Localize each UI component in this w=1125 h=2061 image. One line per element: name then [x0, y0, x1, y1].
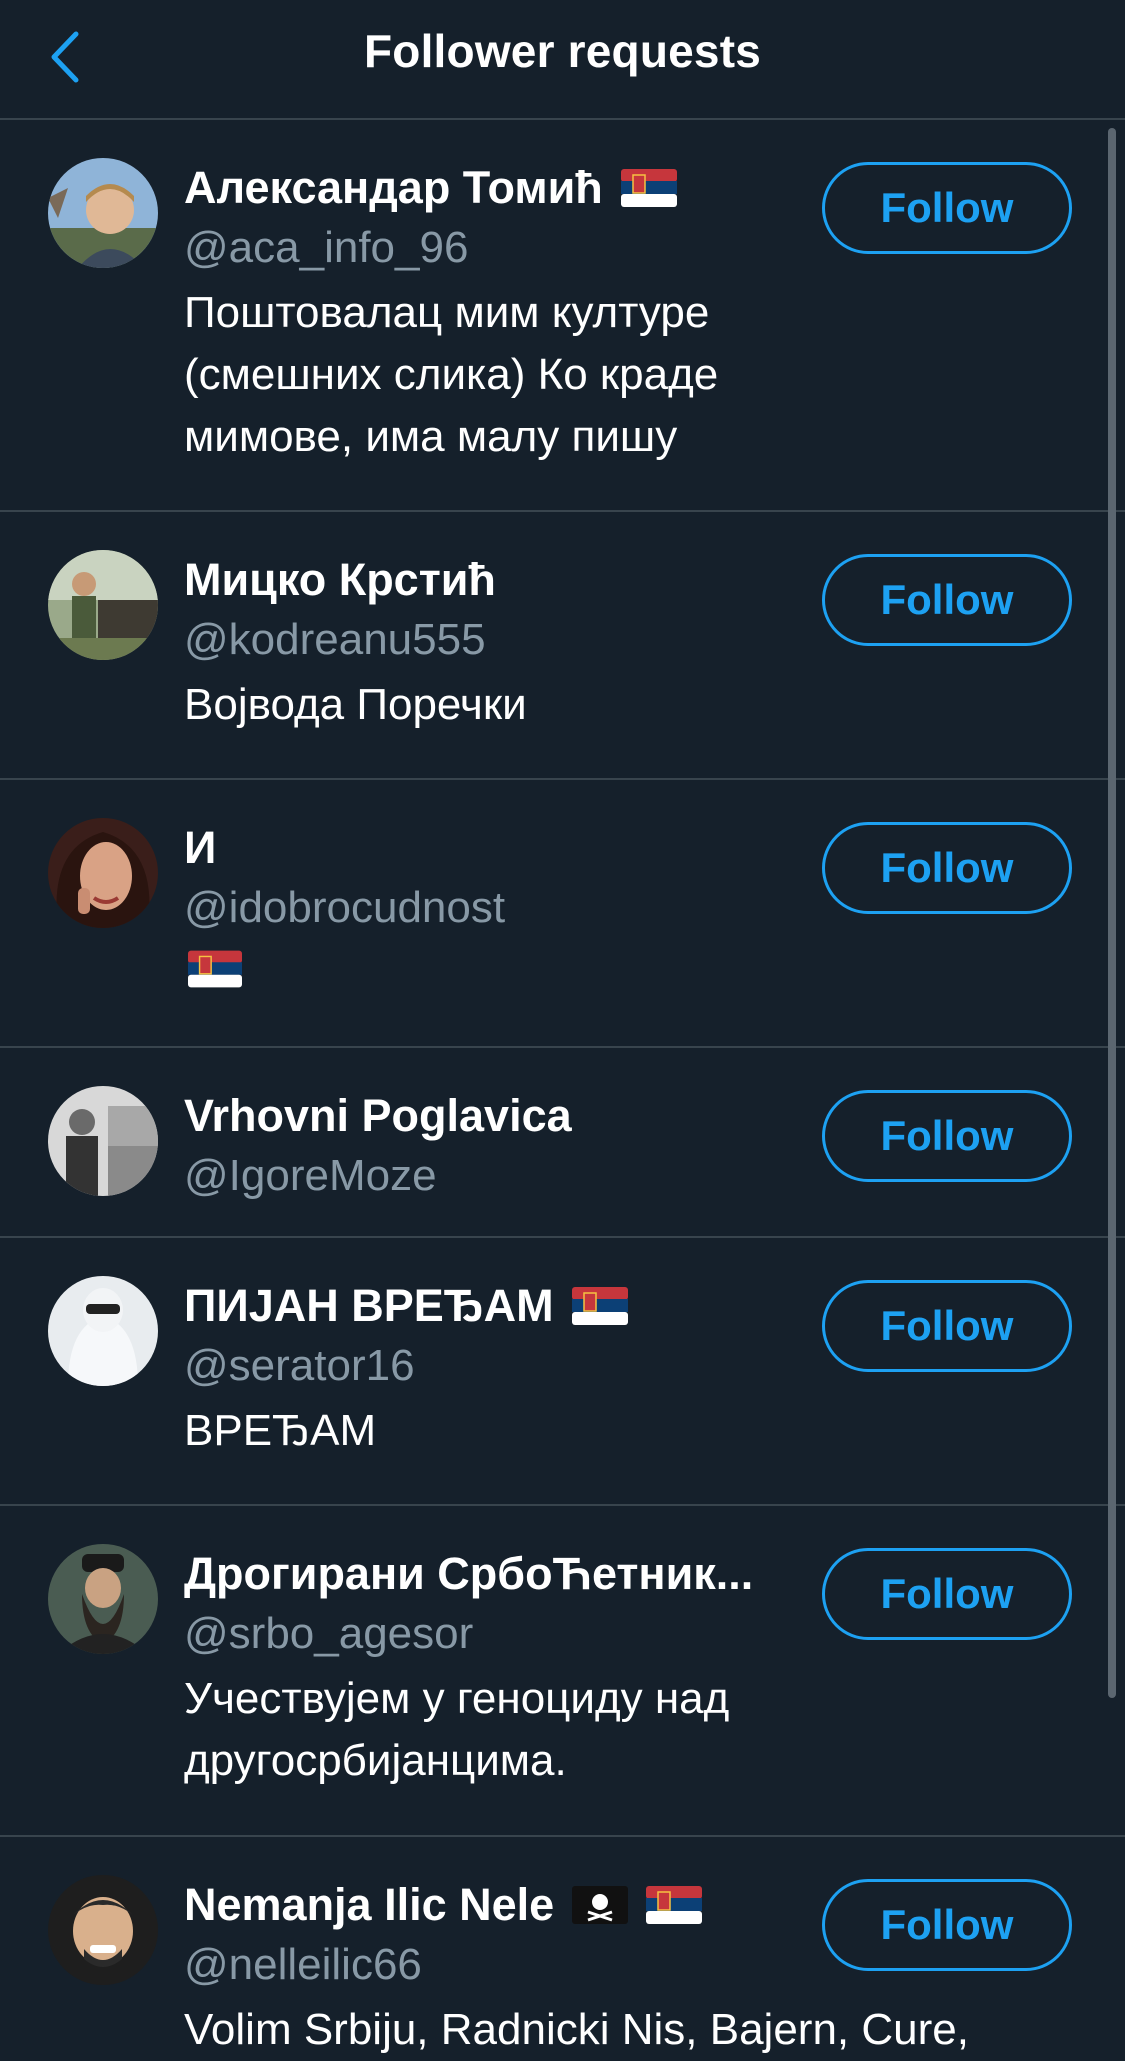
- username-handle: @serator16: [184, 1341, 415, 1390]
- username-handle: @aca_info_96: [184, 223, 469, 272]
- serbia-flag-icon: [620, 169, 677, 207]
- pirate-flag-icon: [572, 1886, 629, 1924]
- serbia-flag-icon: [188, 950, 242, 988]
- username-handle: @srbo_agesor: [184, 1609, 474, 1658]
- display-name-row: И: [184, 818, 216, 878]
- avatar[interactable]: [48, 158, 158, 268]
- list-item: Александар Томић @aca_info_96 Поштовалац…: [0, 120, 1125, 512]
- display-name-row: ПИЈАН ВРЕЂАМ: [184, 1276, 628, 1336]
- avatar[interactable]: [48, 1276, 158, 1386]
- display-name: Vrhovni Poglavica: [184, 1090, 572, 1141]
- display-name-row: Александар Томић: [184, 158, 677, 218]
- username-handle: @nelleilic66: [184, 1940, 422, 1989]
- follow-button[interactable]: Follow: [822, 162, 1072, 254]
- bio-text: ВРЕЂАМ: [184, 1406, 377, 1455]
- display-name: Мицко Крстић: [184, 554, 496, 605]
- display-name: ПИЈАН ВРЕЂАМ: [184, 1280, 554, 1331]
- scrollbar[interactable]: [1108, 128, 1116, 1698]
- bio-text: Volim Srbiju, Radnicki Nis, Bajern, Cure…: [184, 2005, 969, 2054]
- bio-text: Војвода Поречки: [184, 680, 527, 729]
- follow-button[interactable]: Follow: [822, 1090, 1072, 1182]
- list-item: ПИЈАН ВРЕЂАМ @serator16 ВРЕЂАМ Follow: [0, 1238, 1125, 1506]
- display-name-row: Nemanja Ilic Nele: [184, 1875, 703, 1935]
- avatar[interactable]: [48, 1544, 158, 1654]
- follower-request-list: Александар Томић @aca_info_96 Поштовалац…: [0, 120, 1125, 2057]
- username-handle: @idobrocudnost: [184, 883, 506, 932]
- display-name-row: Дрогирани СрбоЋетник...: [184, 1544, 753, 1604]
- display-name-row: Vrhovni Poglavica: [184, 1086, 572, 1146]
- display-name-row: Мицко Крстић: [184, 550, 496, 610]
- serbia-flag-icon: [646, 1886, 703, 1924]
- follow-button[interactable]: Follow: [822, 1879, 1072, 1971]
- bio-text: Учествујем у геноциду над другосрбијанци…: [184, 1674, 730, 1785]
- display-name: Nemanja Ilic Nele: [184, 1879, 555, 1930]
- list-item: Мицко Крстић @kodreanu555 Војвода Поречк…: [0, 512, 1125, 780]
- avatar[interactable]: [48, 1875, 158, 1985]
- username-handle: @kodreanu555: [184, 615, 486, 664]
- avatar[interactable]: [48, 818, 158, 928]
- display-name: Александар Томић: [184, 162, 603, 213]
- list-item: И @idobrocudnost Follow: [0, 780, 1125, 1048]
- follow-button[interactable]: Follow: [822, 1280, 1072, 1372]
- top-navigation-bar: Follower requests: [0, 0, 1125, 120]
- bio-text: Поштовалац мим културе (смешних слика) К…: [184, 288, 719, 461]
- display-name: И: [184, 822, 217, 873]
- list-item: Vrhovni Poglavica @IgoreMoze Follow: [0, 1048, 1125, 1238]
- follow-button[interactable]: Follow: [822, 822, 1072, 914]
- serbia-flag-icon: [571, 1287, 628, 1325]
- follow-button[interactable]: Follow: [822, 1548, 1072, 1640]
- display-name: Дрогирани СрбоЋетник...: [184, 1548, 754, 1599]
- avatar[interactable]: [48, 1086, 158, 1196]
- list-item: Дрогирани СрбоЋетник... @srbo_agesor Уче…: [0, 1506, 1125, 1837]
- list-item: Nemanja Ilic Nele @nelleilic66 Volim Srb…: [0, 1837, 1125, 2057]
- avatar[interactable]: [48, 550, 158, 660]
- page-title: Follower requests: [363, 25, 762, 77]
- username-handle: @IgoreMoze: [184, 1151, 437, 1200]
- follow-button[interactable]: Follow: [822, 554, 1072, 646]
